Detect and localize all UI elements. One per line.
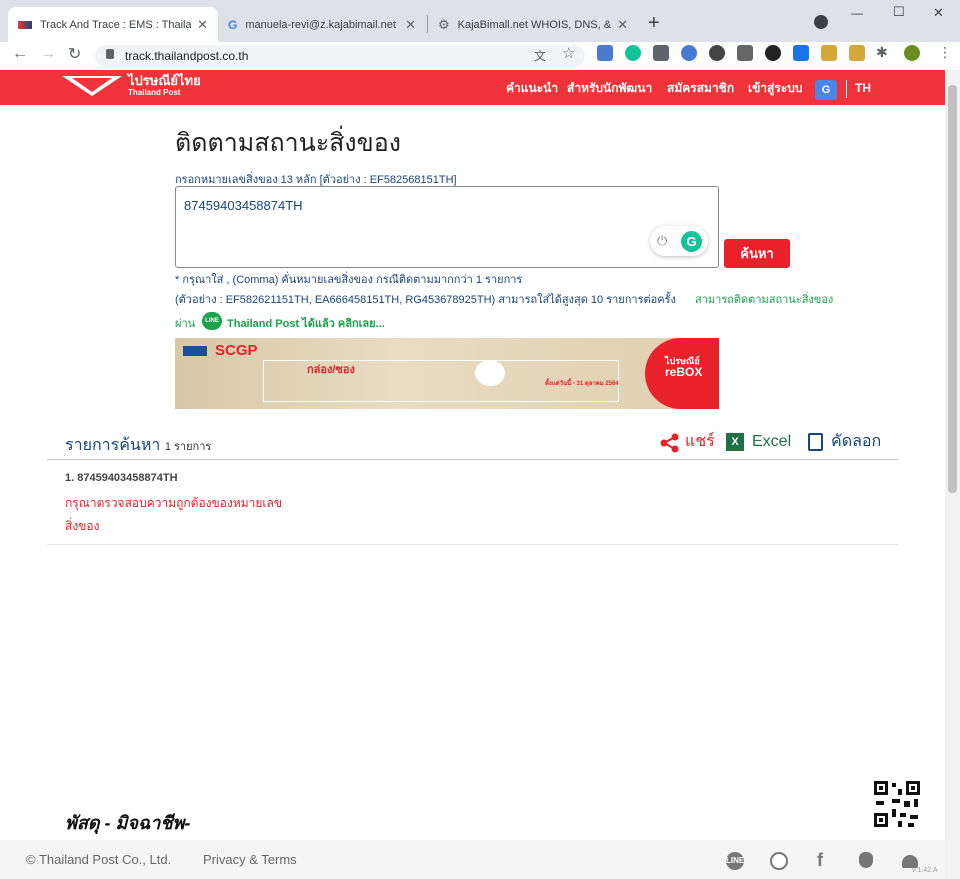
scg-small-logo-icon xyxy=(183,346,207,356)
box-bunny-icon xyxy=(475,360,505,386)
translate-icon[interactable]: 文 xyxy=(534,47,546,64)
share-icon[interactable] xyxy=(660,433,680,453)
extension-3-icon[interactable] xyxy=(653,45,669,61)
banner-date: ตั้งแต่วันนี้ - 31 ตุลาคม 2564 xyxy=(545,381,619,387)
language-switch[interactable]: TH xyxy=(855,80,871,96)
result-item-divider xyxy=(47,544,898,545)
gear-favicon-icon: ⚙ xyxy=(438,16,450,32)
forward-arrow-icon[interactable]: → xyxy=(40,45,56,63)
footer-copyright: © Thailand Post Co., Ltd. xyxy=(26,852,172,867)
rebox-text: reBOX xyxy=(665,365,703,379)
minimize-button[interactable]: — xyxy=(851,6,863,20)
thailand-post-logo-icon[interactable] xyxy=(62,74,122,98)
rebox-badge: ไปรษณีย์ reBOX xyxy=(645,338,719,409)
close-tab-icon[interactable]: ✕ xyxy=(405,17,416,33)
profile-avatar[interactable] xyxy=(904,45,920,61)
logo-thai-text[interactable]: ไปรษณีย์ไทย xyxy=(128,74,201,87)
extension-7-icon[interactable] xyxy=(765,45,781,61)
footer-signature: พัสดุ - มิจฉาชีพ- xyxy=(65,813,191,833)
extension-5-icon[interactable] xyxy=(709,45,725,61)
tab-title: Track And Trace : EMS : Thailand xyxy=(40,18,192,31)
tab-search-icon[interactable] xyxy=(814,15,828,29)
result-item-number: 1. 87459403458874TH xyxy=(65,472,178,484)
tab-whois[interactable]: ⚙ KajaBimall.net WHOIS, DNS, & D ✕ xyxy=(428,7,638,42)
extension-10-icon[interactable] xyxy=(849,45,865,61)
results-title: รายการค้นหา xyxy=(65,437,161,454)
puzzle-icon[interactable]: ✱ xyxy=(876,44,888,61)
menu-dots-icon[interactable]: ⋮ xyxy=(938,44,952,61)
tab-title: manuela-revi@z.kajabimail.net - xyxy=(245,18,400,31)
banner-brand: SCGP xyxy=(215,342,258,359)
power-icon[interactable]: ⏻ xyxy=(657,233,667,249)
apple-icon[interactable] xyxy=(859,852,873,868)
line-tracking-link[interactable]: สามารถติดตามสถานะสิ่งของ xyxy=(695,290,833,308)
google-favicon-icon: G xyxy=(228,17,238,32)
results-count: 1 รายการ xyxy=(164,441,212,453)
result-error-line1: กรุณาตรวจสอบความถูกต้องของหมายเลข xyxy=(65,496,283,510)
excel-icon[interactable]: X xyxy=(726,433,744,451)
tab-kajabimail[interactable]: G manuela-revi@z.kajabimail.net - ✕ xyxy=(218,7,426,42)
line-icon[interactable]: LINE xyxy=(726,852,744,870)
nav-register[interactable]: สมัครสมาชิก xyxy=(667,80,734,96)
globe-icon[interactable] xyxy=(770,852,788,870)
url-text[interactable]: track.thailandpost.co.th xyxy=(125,46,248,66)
share-button[interactable]: แชร์ xyxy=(685,432,715,452)
banner-headline: กล่อง/ซอง xyxy=(307,364,355,376)
grammarly-icon[interactable]: G xyxy=(681,231,702,252)
thailand-post-favicon-icon xyxy=(18,20,32,29)
facebook-icon[interactable]: f xyxy=(817,850,823,871)
tracking-number-value[interactable]: 87459403458874TH xyxy=(184,198,303,213)
reload-icon[interactable]: ↻ xyxy=(68,44,81,64)
maximize-button[interactable]: ☐ xyxy=(893,4,905,20)
qr-code-icon xyxy=(872,779,922,829)
results-heading: รายการค้นหา 1 รายการ xyxy=(65,433,211,458)
tab-track-and-trace[interactable]: Track And Trace : EMS : Thailand ✕ xyxy=(8,7,218,42)
google-translate-icon[interactable]: G xyxy=(815,80,837,100)
clipboard-icon[interactable] xyxy=(808,433,823,451)
extension-8-icon[interactable] xyxy=(793,45,809,61)
version-label: v 1.42.A xyxy=(912,867,938,874)
extension-6-icon[interactable] xyxy=(737,45,753,61)
extension-1-icon[interactable] xyxy=(597,45,613,61)
extension-4-icon[interactable] xyxy=(681,45,697,61)
results-divider xyxy=(47,459,898,460)
grammarly-extension-icon[interactable] xyxy=(625,45,641,61)
close-tab-icon[interactable]: ✕ xyxy=(197,17,208,33)
extension-9-icon[interactable] xyxy=(821,45,837,61)
copy-button[interactable]: คัดลอก xyxy=(831,432,881,452)
nav-login[interactable]: เข้าสู่ระบบ xyxy=(748,80,803,96)
comma-note: * กรุณาใส่ , (Comma) คั่นหมายเลขสิ่งของ … xyxy=(175,274,523,286)
scrollbar-thumb[interactable] xyxy=(948,85,957,493)
page-title: ติดตามสถานะสิ่งของ xyxy=(175,129,401,157)
line-prefix: ผ่าน xyxy=(175,318,196,330)
scgp-rebox-banner[interactable]: SCGP กล่อง/ซอง ตั้งแต่วันนี้ - 31 ตุลาคม… xyxy=(175,338,719,409)
line-icon[interactable]: LINE xyxy=(202,312,222,330)
search-button[interactable]: ค้นหา xyxy=(724,239,790,268)
lock-icon[interactable] xyxy=(106,49,114,59)
example-note: (ตัวอย่าง : EF582621151TH, EA666458151TH… xyxy=(175,294,676,306)
result-error-line2: สิ่งของ xyxy=(65,519,100,533)
new-tab-button[interactable]: + xyxy=(648,12,660,35)
excel-button[interactable]: Excel xyxy=(752,432,791,452)
bookmark-star-icon[interactable]: ☆ xyxy=(562,44,575,62)
nav-developers[interactable]: สำหรับนักพัฒนา xyxy=(567,80,652,96)
nav-guide[interactable]: คำแนะนำ xyxy=(506,80,558,96)
tab-title: KajaBimall.net WHOIS, DNS, & D xyxy=(457,18,612,31)
logo-en-text[interactable]: Thailand Post xyxy=(128,88,180,97)
privacy-terms-link[interactable]: Privacy & Terms xyxy=(203,852,297,867)
nav-divider xyxy=(846,80,847,98)
back-arrow-icon[interactable]: ← xyxy=(12,45,28,63)
close-window-button[interactable]: ✕ xyxy=(933,5,944,21)
line-click-link[interactable]: Thailand Post ได้แล้ว คลิกเลย... xyxy=(227,314,385,332)
close-tab-icon[interactable]: ✕ xyxy=(617,17,628,33)
